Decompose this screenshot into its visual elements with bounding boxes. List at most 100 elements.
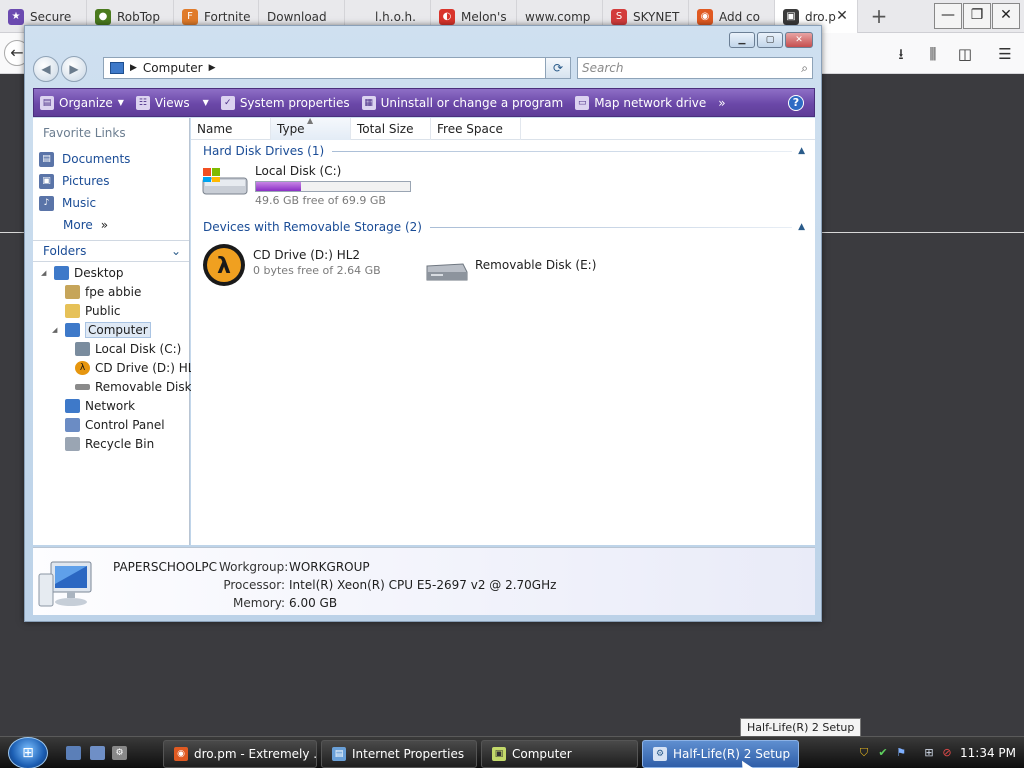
uninstall-icon: ▦ <box>361 95 376 110</box>
uninstall-program-button[interactable]: ▦ Uninstall or change a program <box>361 95 563 110</box>
tree-item-label: Public <box>85 304 121 318</box>
close-button[interactable]: ✕ <box>785 32 813 48</box>
views-icon: ☷ <box>135 95 150 110</box>
computer-icon: ▣ <box>492 747 506 761</box>
dro-icon: ▣ <box>783 8 799 25</box>
tree-item-local-disk[interactable]: Local Disk (C:) <box>75 340 181 358</box>
map-network-drive-button[interactable]: ▭ Map network drive <box>575 95 707 110</box>
tree-item-desktop[interactable]: ◢ Desktop <box>41 264 124 282</box>
melon-icon: ◐ <box>439 8 455 25</box>
tree-item-computer[interactable]: ◢ Computer <box>52 321 151 339</box>
drive-removable[interactable]: Removable Disk (E:) <box>423 258 596 284</box>
close-button[interactable]: ✕ <box>992 3 1020 29</box>
back-button[interactable]: ◀ <box>33 56 59 82</box>
taskbar-button-label: Internet Properties <box>352 747 465 761</box>
switch-windows-icon[interactable] <box>90 746 105 760</box>
tree-item-network[interactable]: Network <box>65 397 135 415</box>
minimize-button[interactable]: ▁ <box>729 32 755 48</box>
address-bar[interactable]: ▶ Computer ▶ ▼ <box>103 57 571 79</box>
tab-label: dro.p <box>805 9 836 24</box>
navigation-pane: Favorite Links ▤ Documents ▣ Pictures ♪ … <box>33 118 208 545</box>
security-shield-icon[interactable]: ⛉ <box>857 746 871 760</box>
windows-flag-icon[interactable]: ⚑ <box>894 746 908 760</box>
taskbar-tooltip: Half-Life(R) 2 Setup <box>740 718 862 738</box>
tree-item-user[interactable]: fpe abbie <box>65 283 141 301</box>
tree-item-label: Control Panel <box>85 418 165 432</box>
taskbar-button-hl2-setup[interactable]: ⚙ Half-Life(R) 2 Setup <box>642 740 799 768</box>
breadcrumb-computer[interactable]: Computer <box>143 61 203 75</box>
tree-item-public[interactable]: Public <box>65 302 121 320</box>
collapse-chevron-icon[interactable]: ▲ <box>798 222 805 232</box>
sort-arrow-icon: ▲ <box>307 116 314 125</box>
views-button[interactable]: ☷ Views ▼ <box>135 95 209 110</box>
close-tab-icon[interactable]: ✕ <box>834 8 850 24</box>
favorite-link-music[interactable]: ♪ Music <box>39 194 96 212</box>
caption-buttons: ▁ ▢ ✕ <box>729 32 813 48</box>
map-drive-label: Map network drive <box>594 95 707 110</box>
taskbar-button-internet-properties[interactable]: ▤ Internet Properties <box>321 740 477 768</box>
folder-icon <box>65 304 80 318</box>
show-desktop-icon[interactable] <box>66 746 81 760</box>
tree-item-recycle-bin[interactable]: Recycle Bin <box>65 435 154 453</box>
new-tab-button[interactable]: + <box>868 3 890 29</box>
refresh-button[interactable]: ⟳ <box>545 57 571 79</box>
more-commands-button[interactable]: » <box>718 96 725 110</box>
taskbar-button-computer[interactable]: ▣ Computer <box>481 740 638 768</box>
drive-cd[interactable]: λ CD Drive (D:) HL2 0 bytes free of 2.64… <box>201 242 381 288</box>
firefox-icon: ◉ <box>697 8 713 25</box>
tree-item-cd-drive[interactable]: λ CD Drive (D:) HL2 <box>75 359 202 377</box>
organize-button[interactable]: ▤ Organize ▼ <box>40 95 124 110</box>
sidebar-icon[interactable]: ◫ <box>954 43 976 65</box>
start-button[interactable]: ⊞ <box>8 737 48 768</box>
chevron-down-icon: ▼ <box>117 98 124 107</box>
system-clock[interactable]: 11:34 PM <box>960 746 1016 760</box>
maximize-button[interactable]: ▢ <box>757 32 783 48</box>
favorite-link-more[interactable]: More » <box>63 216 108 234</box>
forward-button[interactable]: ▶ <box>61 56 87 82</box>
help-icon[interactable]: ? <box>788 95 804 111</box>
svg-text:λ: λ <box>217 254 231 279</box>
menu-icon[interactable]: ☰ <box>994 43 1016 65</box>
column-headers: Name ▲ Type Total Size Free Space <box>191 116 815 140</box>
collapse-arrow-icon[interactable]: ◢ <box>41 269 49 277</box>
group-header-hard-disks[interactable]: Hard Disk Drives (1) ▲ <box>203 142 805 160</box>
update-icon[interactable]: ✔ <box>876 746 890 760</box>
tree-item-control-panel[interactable]: Control Panel <box>65 416 165 434</box>
column-header-free-space[interactable]: Free Space <box>431 118 521 140</box>
column-header-type[interactable]: ▲ Type <box>271 116 351 140</box>
favorite-link-documents[interactable]: ▤ Documents <box>39 150 130 168</box>
tab-label: www.comp <box>525 9 591 24</box>
download-icon[interactable]: ⭳ <box>890 43 912 65</box>
network-status-icon[interactable]: ⊞ <box>922 746 936 760</box>
folders-header[interactable]: Folders ⌄ <box>33 240 189 262</box>
restore-button[interactable]: ❐ <box>963 3 991 29</box>
quicklaunch-app-icon[interactable]: ⚙ <box>112 746 127 760</box>
favorite-link-label: Pictures <box>62 174 110 188</box>
user-folder-icon <box>65 285 80 299</box>
column-header-total-size[interactable]: Total Size <box>351 118 431 140</box>
command-bar: ▤ Organize ▼ ☷ Views ▼ ✓ System properti… <box>33 88 815 117</box>
search-icon[interactable]: ⌕ <box>801 58 808 78</box>
minimize-button[interactable]: — <box>934 3 962 29</box>
organize-label: Organize <box>59 95 113 110</box>
taskbar-button-browser[interactable]: ◉ dro.pm - Extremely ... <box>163 740 317 768</box>
search-input[interactable]: Search ⌕ <box>577 57 813 79</box>
tab-label: Melon's <box>461 9 507 24</box>
drive-usage-fill <box>256 182 301 191</box>
tree-item-removable-disk[interactable]: Removable Disk (E <box>75 378 208 396</box>
explorer-window: ▁ ▢ ✕ ◀ ▶ ▶ Computer ▶ ▼ ⟳ Search ⌕ ▤ Or… <box>24 25 822 622</box>
breadcrumb-chevron-icon[interactable]: ▶ <box>130 63 137 73</box>
drive-local-disk[interactable]: Local Disk (C:) 49.6 GB free of 69.9 GB <box>201 164 411 207</box>
favorite-link-label: Music <box>62 196 97 210</box>
collapse-chevron-icon[interactable]: ▲ <box>798 146 805 156</box>
more-chevron-icon: » <box>100 218 109 232</box>
favorite-link-pictures[interactable]: ▣ Pictures <box>39 172 110 190</box>
breadcrumb-chevron-icon[interactable]: ▶ <box>209 63 216 73</box>
folders-title: Folders <box>43 244 87 258</box>
volume-muted-icon[interactable]: ⊘ <box>940 746 954 760</box>
library-icon[interactable]: ⫼ <box>922 43 944 65</box>
column-header-name[interactable]: Name <box>191 118 271 140</box>
group-header-removable[interactable]: Devices with Removable Storage (2) ▲ <box>203 218 805 236</box>
system-properties-button[interactable]: ✓ System properties <box>220 95 350 110</box>
collapse-arrow-icon[interactable]: ◢ <box>52 326 60 334</box>
